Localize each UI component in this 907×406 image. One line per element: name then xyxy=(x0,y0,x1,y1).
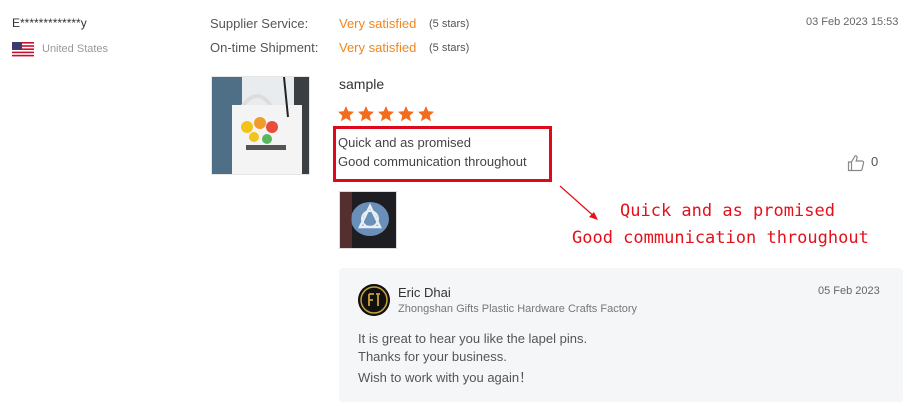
annotation-line: Quick and as promised xyxy=(620,201,835,221)
product-star-rating xyxy=(337,105,437,128)
reply-line: Wish to work with you again！ xyxy=(358,370,533,385)
supplier-service-stars: (5 stars) xyxy=(429,18,470,30)
reply-line: Thanks for your business. xyxy=(358,349,507,364)
annotation-arrow xyxy=(559,185,598,220)
reviewer-name: E*************y xyxy=(12,16,87,30)
star-icon xyxy=(398,106,414,122)
star-icon xyxy=(338,106,354,122)
star-icon xyxy=(358,106,374,122)
shipment-stars: (5 stars) xyxy=(429,42,470,54)
review-photo[interactable] xyxy=(339,191,397,249)
seller-company[interactable]: Zhongshan Gifts Plastic Hardware Crafts … xyxy=(398,303,637,315)
review-date: 03 Feb 2023 15:53 xyxy=(806,16,899,28)
annotation-line: Good communication throughout xyxy=(572,228,869,248)
us-flag-icon xyxy=(12,42,34,57)
reply-line: It is great to hear you like the lapel p… xyxy=(358,331,588,346)
reply-date: 05 Feb 2023 xyxy=(818,285,880,297)
reviewer-country: United States xyxy=(42,43,109,55)
shipment-value: Very satisfied xyxy=(339,40,417,55)
tote-bag-image xyxy=(212,77,309,174)
supplier-service-label: Supplier Service: xyxy=(210,16,309,31)
product-title: sample xyxy=(339,76,385,92)
thumbs-up-icon[interactable] xyxy=(847,154,865,172)
shipment-label: On-time Shipment: xyxy=(210,40,319,55)
product-thumbnail[interactable] xyxy=(211,76,310,175)
star-icon xyxy=(418,106,434,122)
seller-avatar xyxy=(358,284,390,316)
lapel-pin-image xyxy=(340,192,396,248)
seller-name: Eric Dhai xyxy=(398,285,451,300)
like-count: 0 xyxy=(871,154,879,169)
highlight-box xyxy=(333,126,552,182)
supplier-service-value: Very satisfied xyxy=(339,16,417,31)
star-icon xyxy=(378,106,394,122)
